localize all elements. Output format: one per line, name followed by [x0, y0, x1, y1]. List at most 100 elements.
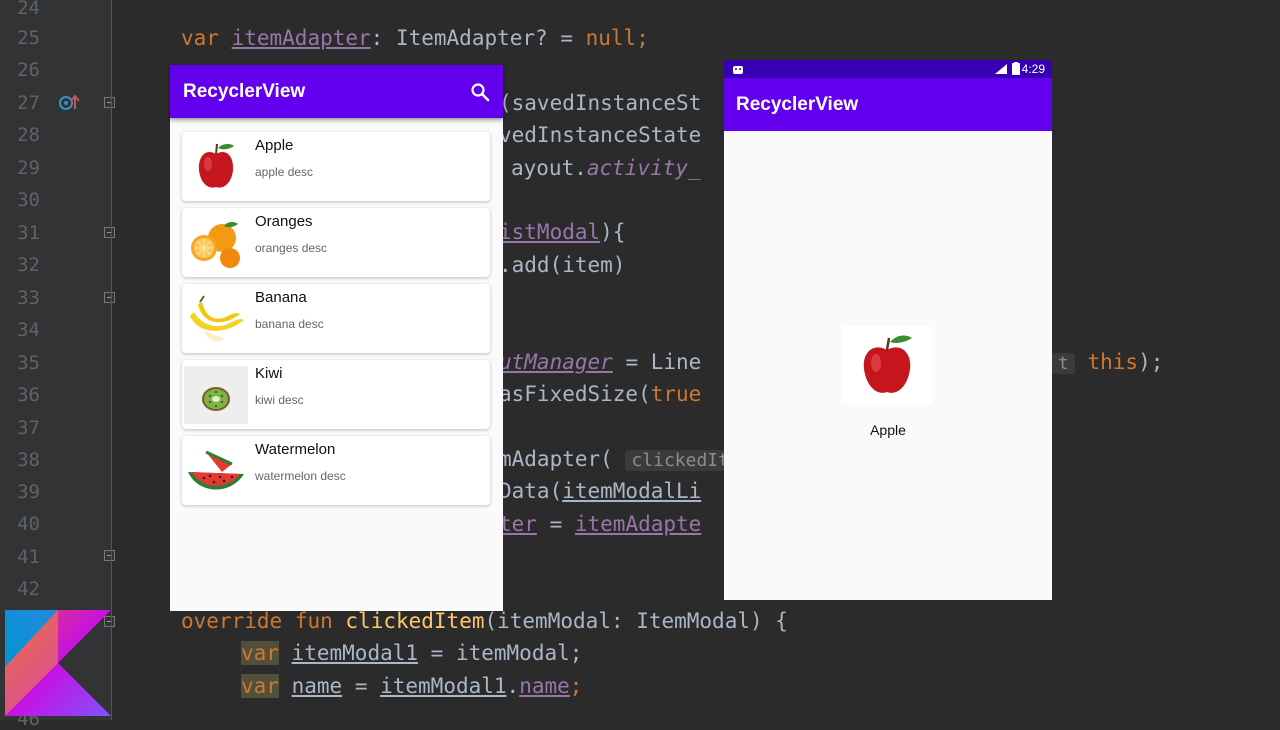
item-title: Apple: [255, 137, 294, 154]
line-number: 35: [17, 352, 40, 374]
item-title: Oranges: [255, 213, 313, 230]
identifier: name: [291, 674, 343, 698]
line-number: 32: [17, 254, 40, 276]
code-line-43: override fun clickedItem(itemModal: Item…: [181, 609, 788, 633]
line-number: 37: [17, 417, 40, 439]
line-number: 29: [17, 157, 40, 179]
code-text: );: [1138, 350, 1164, 374]
override-marker-icon[interactable]: [58, 93, 80, 111]
code-text: ;: [569, 674, 583, 698]
code-line-40: ter = itemAdapte: [499, 512, 701, 536]
identifier: itemModalLi: [562, 479, 702, 503]
code-text: =: [342, 674, 381, 698]
app-bar-title: RecyclerView: [183, 80, 306, 102]
watermelon-icon: [184, 442, 248, 500]
code-line-28: vedInstanceState: [499, 123, 702, 147]
identifier: name: [519, 674, 570, 698]
keyword: var: [181, 26, 219, 50]
phone-list-screen: RecyclerView Apple apple desc Oranges or…: [170, 65, 503, 611]
battery-icon: [1012, 62, 1020, 75]
code-text: mAdapter(: [499, 447, 626, 471]
code-text: : ItemAdapter? =: [370, 26, 586, 50]
line-number: 27: [17, 92, 40, 114]
code-text: Data(: [499, 479, 563, 503]
fold-marker-icon[interactable]: [104, 97, 115, 108]
app-bar: RecyclerView: [170, 65, 503, 118]
fold-marker-icon[interactable]: [104, 227, 115, 238]
banana-icon: [184, 290, 248, 348]
code-line-27: (savedInstanceSt: [499, 91, 702, 115]
keyword: null: [585, 26, 637, 50]
line-number: 33: [17, 287, 40, 309]
recycler-list[interactable]: Apple apple desc Oranges oranges desc Ba…: [170, 118, 503, 505]
list-item[interactable]: Oranges oranges desc: [182, 208, 490, 277]
code-line-35: utManager = Line: [499, 350, 701, 374]
code-line-32: .add(item): [499, 253, 626, 277]
identifier: itemModal1: [291, 641, 419, 665]
code-text: = itemModal;: [418, 641, 583, 665]
apple-icon: [842, 326, 932, 404]
parameter-hint: t: [1052, 353, 1075, 374]
list-item[interactable]: Banana banana desc: [182, 284, 490, 353]
signal-icon: [995, 64, 1007, 74]
code-line-35-tail: t this);: [1052, 350, 1163, 376]
parameter-hint: clickedIt: [625, 450, 735, 471]
item-description: apple desc: [255, 165, 314, 179]
item-description: banana desc: [255, 317, 324, 331]
orange-icon: [184, 214, 248, 272]
line-number: 38: [17, 449, 40, 471]
item-title: Watermelon: [255, 441, 336, 458]
list-item[interactable]: Apple apple desc: [182, 132, 490, 201]
keyword: fun: [294, 609, 333, 633]
identifier: itemAdapter: [231, 26, 371, 50]
line-number: 36: [17, 384, 40, 406]
identifier: itemAdapte: [574, 512, 702, 536]
code-text: asFixedSize(: [499, 382, 651, 406]
line-number: 31: [17, 222, 40, 244]
apple-icon: [184, 138, 248, 196]
list-item[interactable]: Watermelon watermelon desc: [182, 436, 490, 505]
identifier: itemModal1: [380, 674, 507, 698]
keyword: true: [650, 382, 702, 406]
kotlin-logo-icon: [5, 610, 111, 716]
line-number: 40: [17, 513, 40, 535]
list-item[interactable]: Kiwi kiwi desc: [182, 360, 490, 429]
code-text: =: [536, 512, 575, 536]
code-text: ayout.: [511, 156, 587, 180]
line-number: 41: [17, 546, 40, 568]
phone-detail-screen: 4:29 RecyclerView Apple: [724, 60, 1052, 600]
search-icon[interactable]: [470, 82, 490, 102]
code-line-44: var itemModal1 = itemModal;: [241, 641, 582, 665]
code-line-25: var itemAdapter: ItemAdapter? = null;: [181, 26, 649, 50]
code-line-31: istModal){: [499, 220, 625, 244]
line-number: 24: [17, 0, 40, 19]
kiwi-icon: [184, 366, 248, 424]
code-line-39: Data(itemModalLi: [499, 479, 701, 503]
code-line-45: var name = itemModal1.name;: [241, 674, 582, 698]
code-line-38: mAdapter( clickedIt: [499, 447, 735, 473]
fold-marker-icon[interactable]: [104, 292, 115, 303]
code-text: ;: [636, 26, 649, 50]
app-bar-title: RecyclerView: [736, 93, 859, 115]
line-number: 30: [17, 189, 40, 211]
line-number: 34: [17, 319, 40, 341]
code-text: (itemModal: ItemModal) {: [484, 609, 788, 633]
line-number: 25: [17, 27, 40, 49]
identifier: utManager: [499, 350, 613, 374]
item-description: watermelon desc: [255, 469, 346, 483]
identifier: ter: [499, 512, 537, 536]
item-description: kiwi desc: [255, 393, 304, 407]
function-name: clickedItem: [345, 609, 485, 633]
app-bar: RecyclerView: [724, 78, 1052, 131]
line-number: 26: [17, 59, 40, 81]
android-debug-icon: [733, 66, 743, 74]
code-text: ){: [600, 220, 626, 244]
keyword: this: [1087, 350, 1139, 374]
code-line-36: asFixedSize(true: [499, 382, 701, 406]
line-number: 39: [17, 481, 40, 503]
fold-marker-icon[interactable]: [104, 550, 115, 561]
code-text: .: [506, 674, 520, 698]
status-bar: 4:29: [724, 60, 1052, 78]
item-title: Kiwi: [255, 365, 283, 382]
item-description: oranges desc: [255, 241, 328, 255]
